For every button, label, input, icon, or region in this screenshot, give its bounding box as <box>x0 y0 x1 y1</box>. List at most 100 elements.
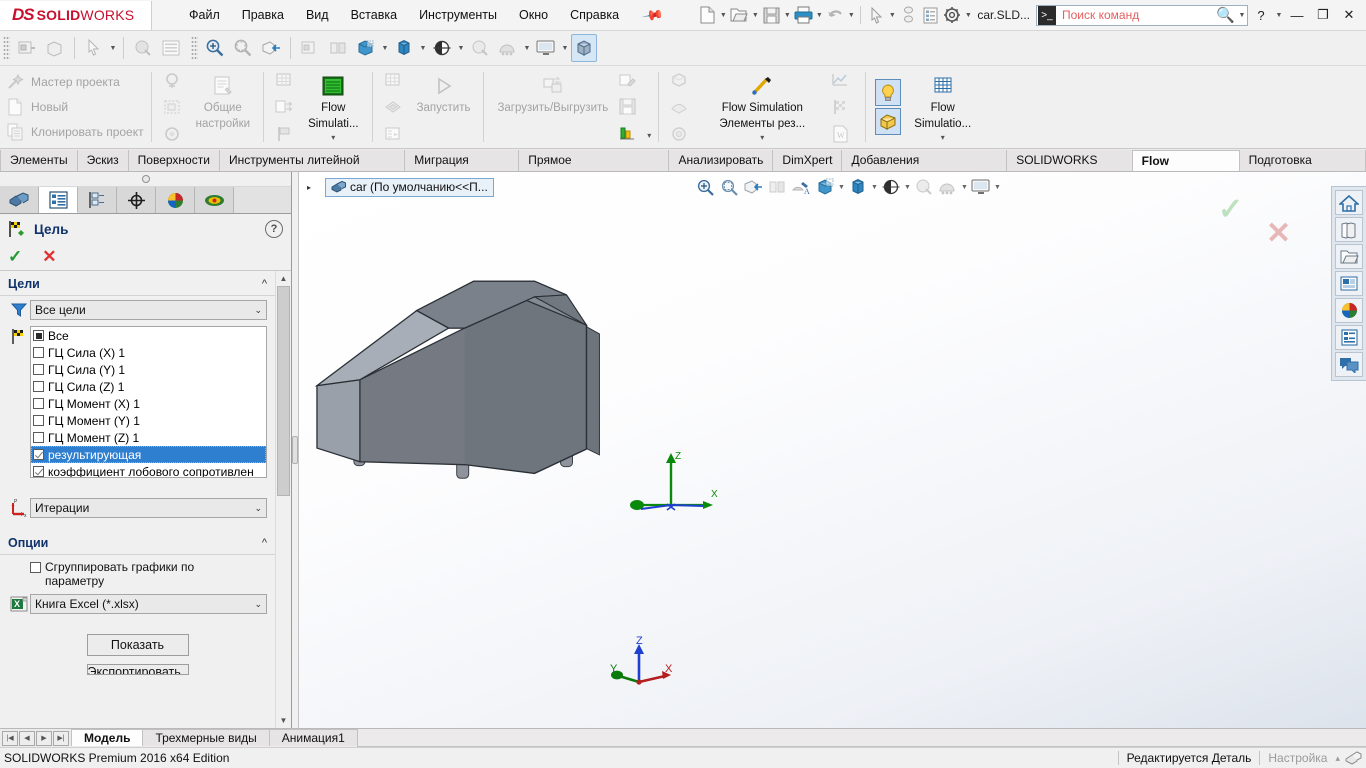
sketch-status-icon[interactable] <box>1340 750 1366 766</box>
goal-filter-select[interactable]: Все цели ⌄ <box>30 300 267 320</box>
pin-icon[interactable]: 📌 <box>641 3 664 27</box>
menu-item-tools[interactable]: Инструменты <box>408 5 508 25</box>
checkbox-partial[interactable] <box>33 330 44 341</box>
view-settings-icon[interactable] <box>936 176 960 198</box>
car-model-3d[interactable] <box>299 172 1366 728</box>
open-folder-dropdown[interactable]: ▼ <box>750 12 760 19</box>
select-arrow-icon[interactable] <box>865 3 887 27</box>
apply-scene-icon[interactable] <box>912 176 936 198</box>
tab-solidworks-mbd[interactable]: SOLIDWORKS MBD <box>1007 150 1133 188</box>
chevron-down-icon[interactable]: ▼ <box>837 184 846 191</box>
isometric-cube-icon[interactable] <box>571 34 597 62</box>
zoom-pan-icon[interactable] <box>693 176 717 198</box>
xy-plot-icon[interactable] <box>829 69 851 91</box>
view-orientation-dropdown[interactable]: ▼ <box>418 45 428 52</box>
chevron-up-icon[interactable]: ^ <box>262 278 267 290</box>
chevron-down-icon[interactable]: ▼ <box>993 184 1002 191</box>
zoom-fit-icon[interactable] <box>230 34 256 62</box>
minimize-button[interactable]: — <box>1284 2 1310 28</box>
appearance-icon[interactable]: A <box>789 176 813 198</box>
appearance-dropdown[interactable]: ▼ <box>380 45 390 52</box>
checkbox-checked[interactable] <box>33 449 44 460</box>
list-item[interactable]: ГЦ Момент (Z) 1 <box>31 429 266 446</box>
tab-sketch[interactable]: Эскиз <box>77 150 129 171</box>
ribbon-button-load-unload[interactable]: Загрузить/Выгрузить <box>491 69 614 145</box>
flow-simulation-tab[interactable] <box>195 187 234 213</box>
feature-manager-tab[interactable] <box>0 187 39 213</box>
options-gear-icon[interactable] <box>941 3 963 27</box>
ribbon-button-flow-display[interactable]: Flow Simulatio... ▾ <box>908 69 977 145</box>
help-dropdown[interactable]: ▼ <box>1274 12 1284 19</box>
rebuild-icon[interactable] <box>897 3 919 27</box>
insert-component-icon[interactable] <box>14 34 40 62</box>
save-results-icon[interactable] <box>616 96 638 118</box>
doc-tab-3d-views[interactable]: Трехмерные виды <box>142 729 270 746</box>
check-geometry-icon[interactable] <box>161 123 183 145</box>
ribbon-item-new[interactable]: Новый <box>4 95 144 119</box>
close-button[interactable]: ✕ <box>1336 2 1362 28</box>
shaded-sketch-icon[interactable] <box>130 34 156 62</box>
list-item-selected[interactable]: результирующая <box>31 446 266 463</box>
computational-domain-icon[interactable] <box>161 96 183 118</box>
insert-goal-icon[interactable] <box>161 69 183 91</box>
restore-button[interactable]: ❐ <box>1310 2 1336 28</box>
open-folder-icon[interactable] <box>728 3 750 27</box>
save-dropdown[interactable]: ▼ <box>782 12 792 19</box>
report-doc-icon[interactable]: W <box>829 123 851 145</box>
bar-chart-icon[interactable] <box>616 121 638 143</box>
list-item[interactable]: ГЦ Сила (X) 1 <box>31 344 266 361</box>
tab-direct-editing[interactable]: Прямое редактирование <box>519 150 670 188</box>
chevron-down-icon[interactable]: ▾ <box>331 133 335 142</box>
chevron-down-icon[interactable]: ▼ <box>870 184 879 191</box>
panel-scrollbar[interactable]: ▲ ▼ <box>275 271 291 728</box>
section-view-icon[interactable] <box>258 34 284 62</box>
new-document-icon[interactable] <box>696 3 718 27</box>
list-item[interactable]: ГЦ Сила (Y) 1 <box>31 361 266 378</box>
section-header-options[interactable]: Опции ^ <box>0 532 275 555</box>
view-folder-icon[interactable] <box>1335 244 1363 269</box>
chevron-up-icon[interactable]: ^ <box>262 537 267 549</box>
print-dropdown[interactable]: ▼ <box>814 12 824 19</box>
panel-splitter[interactable] <box>292 172 299 728</box>
view-settings-icon[interactable] <box>533 34 559 62</box>
tab-elements[interactable]: Элементы <box>0 150 78 171</box>
hide-show-icon[interactable] <box>467 34 493 62</box>
configuration-manager-tab[interactable] <box>78 187 117 213</box>
insert-part-icon[interactable] <box>297 34 323 62</box>
hidden-edges-icon[interactable] <box>765 176 789 198</box>
tab-flow-simulation[interactable]: Flow Simulation <box>1132 150 1240 189</box>
section-header-goals[interactable]: Цели ^ <box>0 273 275 296</box>
appearances-ball-icon[interactable] <box>1335 298 1363 323</box>
mesh-grid-icon[interactable] <box>382 69 404 91</box>
prev-nav-icon[interactable]: ◀ <box>19 730 35 746</box>
help-icon[interactable]: ? <box>265 220 283 238</box>
solve-mesh-icon[interactable] <box>382 96 404 118</box>
ribbon-item-clone[interactable]: Клонировать проект <box>4 120 144 144</box>
cancel-button[interactable]: ✕ <box>42 247 56 267</box>
tab-dimxpert[interactable]: DimXpert <box>773 150 843 171</box>
apply-scene-icon[interactable] <box>495 34 521 62</box>
checkbox[interactable] <box>33 347 44 358</box>
panel-collapse-handle[interactable] <box>0 172 291 187</box>
view-layout-icon[interactable] <box>1335 271 1363 296</box>
zoom-area-icon[interactable] <box>717 176 741 198</box>
command-search[interactable]: >_ Поиск команд 🔍 ▼ <box>1036 4 1248 26</box>
select-dropdown[interactable]: ▼ <box>887 12 897 19</box>
ribbon-button-results-features[interactable]: Flow Simulation Элементы рез... ▾ <box>697 69 827 145</box>
menu-item-help[interactable]: Справка <box>559 5 630 25</box>
tree-expand-arrow-icon[interactable]: ▸ <box>307 183 311 192</box>
scrollbar-track[interactable] <box>276 286 291 713</box>
tab-surfaces[interactable]: Поверхности <box>128 150 220 171</box>
scrollbar-thumb[interactable] <box>277 286 290 496</box>
options-dropdown[interactable]: ▼ <box>963 12 973 19</box>
splitter-grip[interactable] <box>292 436 298 464</box>
menu-item-edit[interactable]: Правка <box>231 5 295 25</box>
chevron-down-icon[interactable]: ⌄ <box>254 599 262 610</box>
last-nav-icon[interactable]: ▶| <box>53 730 69 746</box>
scroll-down-icon[interactable]: ▼ <box>276 713 291 728</box>
checkbox[interactable] <box>33 381 44 392</box>
checkbox[interactable] <box>33 415 44 426</box>
list-item[interactable]: ГЦ Момент (Y) 1 <box>31 412 266 429</box>
menu-item-window[interactable]: Окно <box>508 5 559 25</box>
display-manager-tab[interactable] <box>156 187 195 213</box>
